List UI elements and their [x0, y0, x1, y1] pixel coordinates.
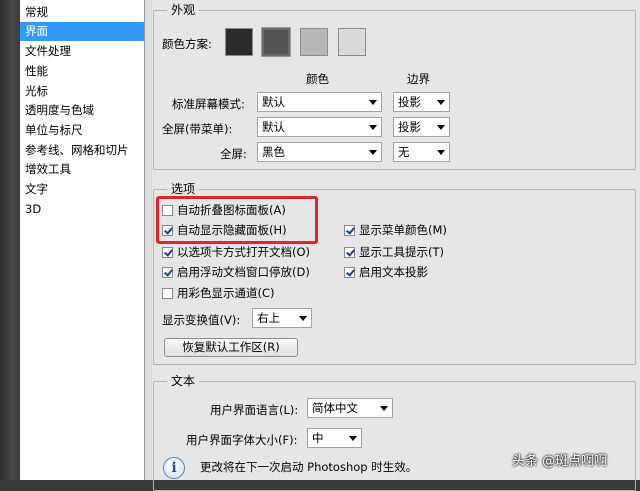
sidebar-item-performance[interactable]: 性能: [20, 62, 144, 81]
sidebar-item-interface[interactable]: 界面: [20, 22, 144, 41]
column-header-color: 颜色: [306, 72, 329, 86]
ui-font-size-label: 用户界面字体大小(F):: [186, 433, 298, 447]
show-tool-tips-checkbox[interactable]: 显示工具提示(T): [344, 244, 444, 260]
restart-notice: 更改将在下一次启动 Photoshop 时生效。: [200, 460, 418, 474]
fullscreen-label: 全屏:: [220, 147, 247, 161]
checkmark-icon: [162, 267, 173, 278]
chevron-down-icon: [369, 100, 377, 105]
color-scheme-swatch-1[interactable]: [225, 28, 253, 56]
sidebar-item-type[interactable]: 文字: [20, 180, 144, 199]
sidebar-item-cursors[interactable]: 光标: [20, 82, 144, 101]
text-legend: 文本: [167, 372, 200, 389]
chevron-down-icon: [349, 436, 357, 441]
appearance-legend: 外观: [167, 1, 200, 18]
sidebar-item-file-handling[interactable]: 文件处理: [20, 42, 144, 61]
chevron-down-icon: [437, 150, 445, 155]
annotation-highlight-box: [156, 196, 318, 244]
background-window-strip: [0, 0, 20, 480]
enable-text-drop-shadows-checkbox[interactable]: 启用文本投影: [344, 264, 428, 280]
chevron-down-icon: [369, 150, 377, 155]
ui-font-size-select[interactable]: 中: [307, 428, 362, 448]
floating-document-docking-checkbox[interactable]: 启用浮动文档窗口停放(D): [162, 264, 310, 280]
fullscreen-menu-label: 全屏(带菜单):: [162, 122, 233, 136]
show-menu-colors-checkbox[interactable]: 显示菜单颜色(M): [344, 222, 447, 238]
ui-language-label: 用户界面语言(L):: [210, 403, 299, 417]
checkbox-icon: [162, 288, 173, 299]
ui-language-select[interactable]: 简体中文: [307, 398, 393, 418]
sidebar-item-general[interactable]: 常规: [20, 3, 144, 22]
fullscreen-menu-border-select[interactable]: 投影: [393, 117, 450, 137]
chevron-down-icon: [369, 125, 377, 130]
standard-screen-mode-label: 标准屏幕模式:: [172, 97, 245, 111]
show-transform-values-select[interactable]: 右上: [252, 308, 312, 328]
show-transform-values-label: 显示变换值(V):: [162, 313, 241, 327]
chevron-down-icon: [380, 406, 388, 411]
standard-screen-border-select[interactable]: 投影: [393, 92, 450, 112]
show-channels-in-color-checkbox[interactable]: 用彩色显示通道(C): [162, 285, 275, 301]
watermark: 头条 @斑点啊啊: [512, 454, 608, 469]
sidebar-item-units-rulers[interactable]: 单位与标尺: [20, 121, 144, 140]
options-legend: 选项: [167, 180, 200, 197]
fullscreen-border-select[interactable]: 无: [393, 142, 450, 162]
open-documents-as-tabs-checkbox[interactable]: 以选项卡方式打开文档(O): [162, 244, 310, 260]
sidebar-item-transparency-gamut[interactable]: 透明度与色域: [20, 101, 144, 120]
fullscreen-menu-color-select[interactable]: 默认: [257, 117, 382, 137]
reset-workspace-button[interactable]: 恢复默认工作区(R): [164, 338, 298, 357]
checkmark-icon: [344, 247, 355, 258]
preferences-sidebar: 常规 界面 文件处理 性能 光标 透明度与色域 单位与标尺 参考线、网格和切片 …: [20, 0, 145, 480]
color-scheme-swatch-3[interactable]: [300, 28, 328, 56]
panel-divider: [145, 0, 152, 480]
chevron-down-icon: [299, 316, 307, 321]
sidebar-item-3d[interactable]: 3D: [20, 200, 144, 219]
sidebar-item-guides-grid-slices[interactable]: 参考线、网格和切片: [20, 141, 144, 160]
color-scheme-swatch-2[interactable]: [261, 27, 291, 57]
checkmark-icon: [162, 247, 173, 258]
checkmark-icon: [344, 267, 355, 278]
info-icon: i: [163, 457, 185, 479]
sidebar-item-plugins[interactable]: 增效工具: [20, 160, 144, 179]
fullscreen-color-select[interactable]: 黑色: [257, 142, 382, 162]
color-scheme-swatch-4[interactable]: [338, 28, 366, 56]
standard-screen-color-select[interactable]: 默认: [257, 92, 382, 112]
column-header-border: 边界: [407, 72, 430, 86]
color-scheme-label: 颜色方案:: [162, 37, 212, 51]
checkmark-icon: [344, 225, 355, 236]
chevron-down-icon: [437, 100, 445, 105]
chevron-down-icon: [437, 125, 445, 130]
